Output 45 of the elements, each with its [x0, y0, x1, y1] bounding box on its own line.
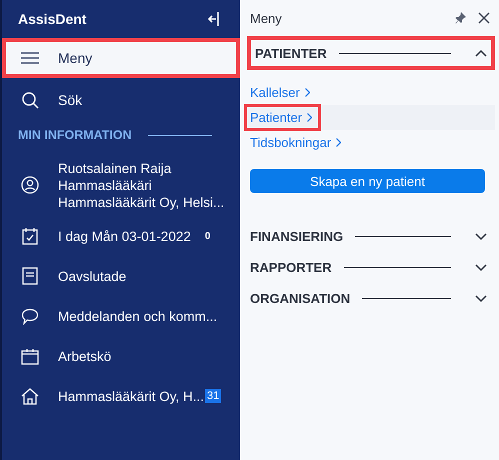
document-icon	[22, 267, 38, 285]
search-icon	[22, 92, 38, 108]
user-icon	[21, 176, 39, 194]
sidebar-item[interactable]: Meddelanden och komm...	[2, 296, 240, 336]
nav-item[interactable]: Meny	[2, 38, 240, 78]
close-icon[interactable]	[478, 12, 490, 24]
sidebar-item[interactable]: Hammaslääkärit Oy, H... 31	[2, 376, 240, 416]
nav-item[interactable]: Sök	[2, 80, 240, 120]
panel-title: Meny	[250, 10, 282, 26]
chevron-right-icon	[304, 88, 310, 97]
chevron-right-icon	[336, 138, 342, 147]
chevron-down-icon	[475, 264, 487, 272]
chevron-up-icon	[475, 49, 487, 57]
item-label: Oavslutade	[58, 268, 126, 284]
count-text: 0	[204, 230, 210, 242]
sidebar-item[interactable]: Arbetskö	[2, 336, 240, 376]
menu-link[interactable]: Tidsbokningar	[247, 132, 348, 153]
chevron-down-icon	[475, 294, 487, 302]
section-header[interactable]: PATIENTER	[247, 36, 495, 70]
item-label: Meddelanden och komm...	[58, 308, 218, 324]
collapse-icon[interactable]	[208, 11, 220, 27]
calendar-check-icon	[22, 227, 38, 245]
app-title: AssisDent	[18, 11, 86, 27]
menu-icon	[21, 52, 39, 64]
section-header[interactable]: ORGANISATION	[247, 283, 495, 314]
section-header[interactable]: RAPPORTER	[247, 252, 495, 283]
user-info-text: Hammaslääkärit Oy, Helsi...	[58, 194, 224, 210]
item-label: Arbetskö	[58, 348, 112, 364]
chevron-down-icon	[475, 232, 487, 240]
item-label: Hammaslääkärit Oy, H...	[58, 388, 204, 404]
section-header[interactable]: FINANSIERING	[247, 221, 495, 252]
menu-link[interactable]: Kallelser	[247, 82, 316, 103]
clipboard-icon	[21, 348, 39, 364]
count-badge: 31	[205, 389, 222, 403]
sidebar-item[interactable]: Oavslutade	[2, 256, 240, 296]
user-info-text: Ruotsalainen Raija	[58, 160, 172, 176]
sidebar-item[interactable]: I dag Mån 03-01-2022 0	[2, 216, 240, 256]
home-icon	[21, 388, 39, 404]
section-heading: MIN INFORMATION	[18, 128, 132, 142]
create-patient-button[interactable]: Skapa en ny patient	[250, 169, 485, 193]
chat-icon	[21, 308, 39, 324]
chevron-right-icon	[307, 113, 312, 122]
pin-icon[interactable]	[455, 12, 466, 24]
user-info-text: Hammaslääkäri	[58, 178, 153, 192]
item-label: I dag Mån 03-01-2022	[58, 228, 191, 244]
